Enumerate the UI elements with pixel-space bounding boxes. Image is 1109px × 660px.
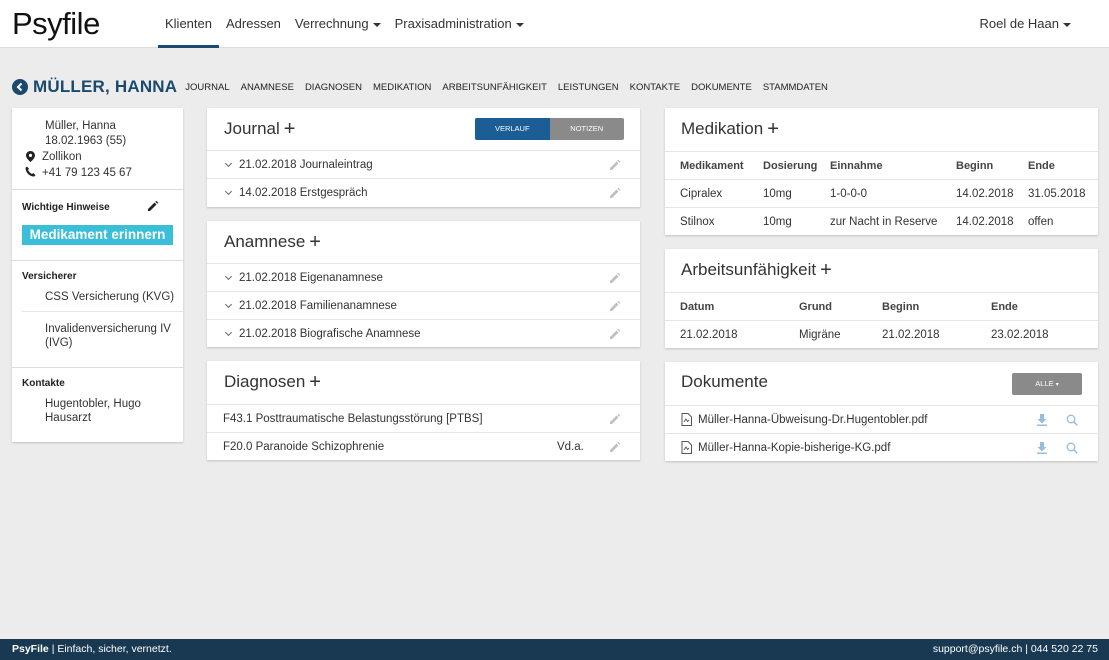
nav-item-verrechnung[interactable]: Verrechnung <box>288 0 388 48</box>
journal-entry[interactable]: 21.02.2018 Journaleintrag <box>207 150 640 178</box>
diagnosen-title: Diagnosen <box>224 372 306 391</box>
diagnose-entry[interactable]: F20.0 Paranoide Schizophrenie Vd.a. <box>207 432 640 460</box>
medikation-row[interactable]: Cipralex 10mg 1-0-0-0 14.02.2018 31.05.2… <box>665 179 1098 207</box>
edit-pencil-icon[interactable] <box>608 299 622 313</box>
patient-header: MÜLLER, HANNA JOURNAL ANAMNESE DIAGNOSEN… <box>12 76 839 98</box>
diagnose-entry[interactable]: F43.1 Posttraumatische Belastungsstörung… <box>207 404 640 432</box>
anamnese-title: Anamnese <box>224 232 306 251</box>
dokumente-title: Dokumente <box>681 372 768 391</box>
add-anamnese-icon[interactable]: + <box>309 231 321 253</box>
insurer-label: Versicherer <box>22 271 77 282</box>
pdf-file-icon <box>681 441 692 454</box>
document-row[interactable]: Müller-Hanna-Kopie-bisherige-KG.pdf <box>665 433 1098 461</box>
chevron-down-icon <box>224 328 233 336</box>
phone-icon <box>25 166 36 177</box>
edit-pencil-icon[interactable] <box>147 200 159 212</box>
anamnese-entry[interactable]: 21.02.2018 Familienanamnese <box>207 291 640 319</box>
edit-pencil-icon[interactable] <box>608 327 622 341</box>
main-nav: Klienten Adressen Verrechnung Praxisadmi… <box>158 0 531 48</box>
user-menu[interactable]: Roel de Haan <box>980 0 1071 48</box>
nav-item-praxisadministration[interactable]: Praxisadministration <box>388 0 531 48</box>
chevron-down-icon <box>224 187 233 195</box>
journal-card: Journal + VERLAUF NOTIZEN 21.02.2018 Jour… <box>207 108 640 207</box>
patient-name: MÜLLER, HANNA <box>33 77 178 96</box>
diagnose-note: Vd.a. <box>557 440 584 453</box>
journal-view-toggle: VERLAUF NOTIZEN <box>475 118 624 140</box>
tab-journal[interactable]: JOURNAL <box>185 82 229 93</box>
footer: PsyFile | Einfach, sicher, vernetzt. sup… <box>0 639 1109 660</box>
zoom-icon[interactable] <box>1066 442 1078 454</box>
medikation-header-row: Medikament Dosierung Einnahme Beginn End… <box>665 151 1098 179</box>
add-medikation-icon[interactable]: + <box>767 118 779 140</box>
contact-item[interactable]: Hugentobler, Hugo Hausarzt <box>45 397 160 425</box>
insurer-item[interactable]: CSS Versicherung (KVG) <box>45 290 181 304</box>
sidebar-phone: +41 79 123 45 67 <box>42 167 132 179</box>
caret-down-icon <box>372 22 381 27</box>
tab-medikation[interactable]: MEDIKATION <box>373 82 431 93</box>
caret-down-icon <box>515 22 524 27</box>
insurer-item[interactable]: Invalidenversicherung IV (IVG) <box>45 322 179 350</box>
document-row[interactable]: Müller-Hanna-Übweisung-Dr.Hugentobler.pd… <box>665 405 1098 433</box>
edit-pencil-icon[interactable] <box>608 158 622 172</box>
add-diagnose-icon[interactable]: + <box>309 371 321 393</box>
tab-arbeitsunfaehigkeit[interactable]: ARBEITSUNFÄHIGKEIT <box>442 82 547 93</box>
arbeit-row[interactable]: 21.02.2018 Migräne 21.02.2018 23.02.2018 <box>665 320 1098 348</box>
chevron-down-icon <box>224 272 233 280</box>
hints-label: Wichtige Hinweise <box>22 202 110 213</box>
tab-diagnosen[interactable]: DIAGNOSEN <box>305 82 362 93</box>
diagnosen-card: Diagnosen + F43.1 Posttraumatische Belast… <box>207 361 640 460</box>
insurer-divider <box>22 311 183 312</box>
nav-item-adressen[interactable]: Adressen <box>219 0 288 48</box>
sidebar-city: Zollikon <box>42 151 82 163</box>
app-logo[interactable]: Psyfile <box>12 6 100 42</box>
top-navbar: Psyfile Klienten Adressen Verrechnung Pr… <box>0 0 1109 48</box>
arbeit-header-row: Datum Grund Beginn Ende <box>665 292 1098 320</box>
download-icon[interactable] <box>1037 441 1047 454</box>
toggle-notizen[interactable]: NOTIZEN <box>549 118 624 140</box>
alle-filter-button[interactable]: ALLE ▾ <box>1012 373 1082 395</box>
toggle-verlauf[interactable]: VERLAUF <box>475 118 550 140</box>
edit-pencil-icon[interactable] <box>608 186 622 200</box>
tab-stammdaten[interactable]: STAMMDATEN <box>763 82 828 93</box>
footer-brand: PsyFile | Einfach, sicher, vernetzt. <box>12 643 172 655</box>
anamnese-card: Anamnese + 21.02.2018 Eigenanamnese 21.02… <box>207 221 640 347</box>
arbeitsunfaehigkeit-card: Arbeitsunfähigkeit + Datum Grund Beginn E… <box>665 249 1098 348</box>
medikation-row[interactable]: Stilnox 10mg zur Nacht in Reserve 14.02.… <box>665 207 1098 235</box>
edit-pencil-icon[interactable] <box>608 271 622 285</box>
journal-title: Journal <box>224 119 280 138</box>
anamnese-entry[interactable]: 21.02.2018 Eigenanamnese <box>207 263 640 291</box>
contacts-section: Kontakte Hugentobler, Hugo Hausarzt <box>12 367 183 442</box>
edit-pencil-icon[interactable] <box>608 412 622 426</box>
nav-item-klienten[interactable]: Klienten <box>158 0 219 48</box>
tab-kontakte[interactable]: KONTAKTE <box>630 82 681 93</box>
tab-anamnese[interactable]: ANAMNESE <box>241 82 294 93</box>
chevron-down-icon <box>224 300 233 308</box>
pdf-file-icon <box>681 413 692 426</box>
patient-sidebar: Müller, Hanna 18.02.1963 (55) Zollikon +… <box>12 108 183 442</box>
zoom-icon[interactable] <box>1066 414 1078 426</box>
footer-contact[interactable]: support@psyfile.ch | 044 520 22 75 <box>933 639 1098 660</box>
sidebar-name: Müller, Hanna <box>45 120 116 132</box>
add-journal-icon[interactable]: + <box>284 118 296 140</box>
chevron-down-icon <box>224 159 233 167</box>
hint-badge-medikament[interactable]: Medikament erinnern <box>22 225 173 245</box>
insurer-section: Versicherer CSS Versicherung (KVG) Inval… <box>12 260 183 367</box>
medikation-title: Medikation <box>681 119 764 138</box>
download-icon[interactable] <box>1037 413 1047 426</box>
back-arrow-icon[interactable] <box>12 79 28 95</box>
add-arbeit-icon[interactable]: + <box>820 259 832 281</box>
journal-entry[interactable]: 14.02.2018 Erstgespräch <box>207 178 640 206</box>
contacts-label: Kontakte <box>22 378 65 389</box>
location-pin-icon <box>26 151 35 162</box>
tab-dokumente[interactable]: DOKUMENTE <box>691 82 752 93</box>
caret-down-icon <box>1063 22 1071 27</box>
dokumente-card: Dokumente ALLE ▾ Müller-Hanna-Übweisung-… <box>665 362 1098 461</box>
arbeit-title: Arbeitsunfähigkeit <box>681 260 817 279</box>
hints-section: Wichtige Hinweise Medikament erinnern <box>12 189 183 260</box>
tab-leistungen[interactable]: LEISTUNGEN <box>558 82 619 93</box>
sidebar-birthdate: 18.02.1963 (55) <box>45 135 127 147</box>
medikation-card: Medikation + Medikament Dosierung Einnahm… <box>665 108 1098 235</box>
edit-pencil-icon[interactable] <box>608 440 622 454</box>
anamnese-entry[interactable]: 21.02.2018 Biografische Anamnese <box>207 319 640 347</box>
